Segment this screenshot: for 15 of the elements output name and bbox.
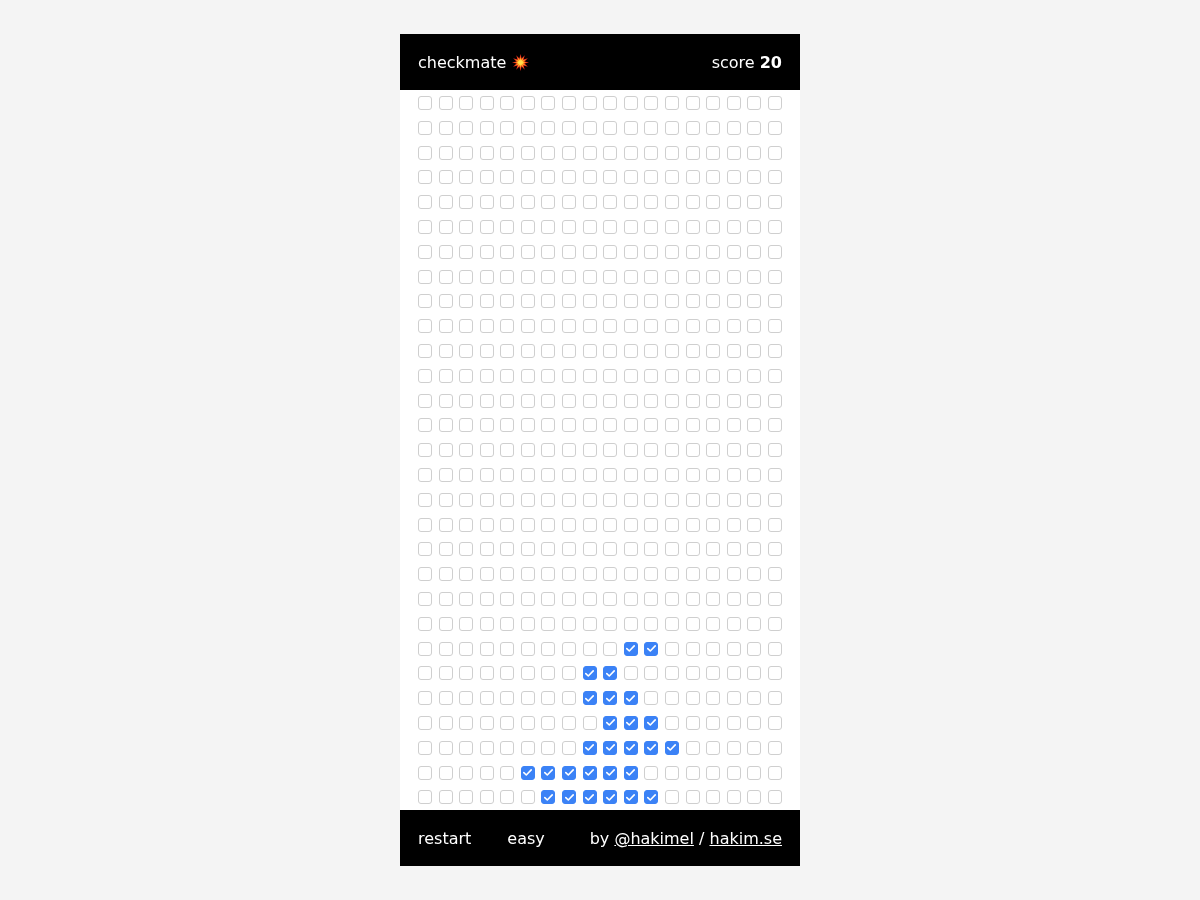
app-title: checkmate <box>418 52 507 72</box>
score-text: score 20 <box>711 52 782 72</box>
check-icon <box>667 744 677 752</box>
footer-link-button[interactable]: restart <box>418 828 472 848</box>
check-icon <box>626 694 636 702</box>
check-icon <box>543 793 553 801</box>
check-icon <box>605 719 615 727</box>
website-link[interactable]: hakim.se <box>709 828 782 848</box>
footer-link-button[interactable]: easy <box>507 828 545 848</box>
check-icon <box>564 793 574 801</box>
burst-icon <box>512 53 530 71</box>
check-icon <box>626 769 636 776</box>
check-icon <box>564 769 574 776</box>
author-link[interactable]: @hakimel <box>614 828 694 848</box>
credit-text: by @hakimel / hakim.se <box>589 828 782 848</box>
